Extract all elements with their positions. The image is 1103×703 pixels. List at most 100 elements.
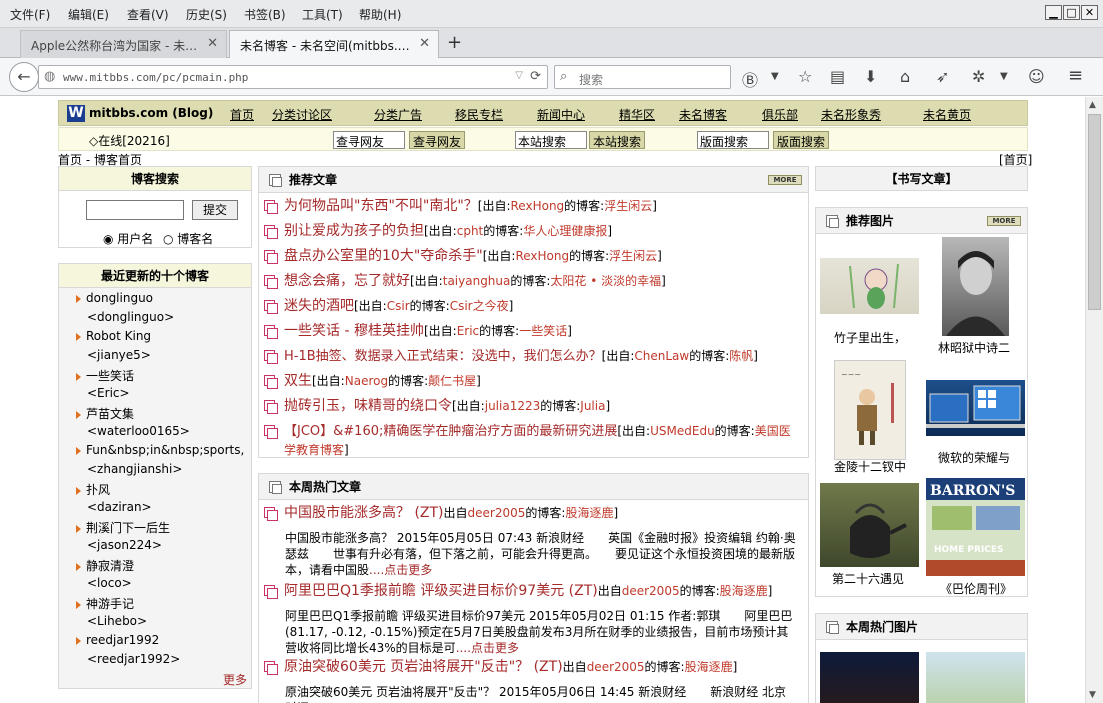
nav-clubs[interactable]: 俱乐部 <box>762 106 798 123</box>
blog-link[interactable]: 浮生闲云 <box>604 199 652 213</box>
blog-user[interactable]: <zhangjianshi> <box>87 462 182 476</box>
scrollbar-thumb[interactable] <box>1088 114 1101 310</box>
maximize-button[interactable]: □ <box>1063 5 1080 20</box>
blog-link[interactable]: 浮生闲云 <box>609 249 657 263</box>
picture-caption[interactable]: 第二十六遇见 <box>832 570 904 587</box>
blog-link[interactable]: 陈帆 <box>729 349 753 363</box>
blog-link[interactable]: 华人心理健康报 <box>523 224 607 238</box>
picture-caption[interactable]: 《巴伦周刊》 <box>940 580 1012 597</box>
author-link[interactable]: RexHong <box>511 199 565 213</box>
nav-classifieds[interactable]: 分类广告 <box>374 106 422 123</box>
article-title[interactable]: 抛砖引玉，味精哥的绕口令 <box>284 398 452 414</box>
list-item[interactable]: 荆溪门下一后生 <box>76 519 170 536</box>
picture-caption[interactable]: 林昭狱中诗二 <box>938 339 1010 356</box>
article-title[interactable]: 【JCO】&#160;精确医学在肿瘤治疗方面的最新研究进展 <box>284 424 617 439</box>
nav-immigration[interactable]: 移民专栏 <box>455 106 503 123</box>
menu-help[interactable]: 帮助(H) <box>359 6 401 23</box>
article-title[interactable]: 想念会痛，忘了就好 <box>284 273 410 289</box>
picture-thumbnail[interactable]: ~~~ <box>834 360 906 460</box>
radio-username[interactable]: ◉ 用户名 <box>103 230 153 247</box>
new-tab-button[interactable]: + <box>447 32 462 53</box>
picture-thumbnail[interactable] <box>942 237 1009 336</box>
author-link[interactable]: deer2005 <box>622 584 680 598</box>
blog-link[interactable]: Julia <box>580 399 605 413</box>
blog-user[interactable]: <loco> <box>87 576 132 590</box>
nav-show[interactable]: 未名形象秀 <box>821 106 881 123</box>
menu-history[interactable]: 历史(S) <box>186 6 227 23</box>
author-link[interactable]: julia1223 <box>485 399 541 413</box>
search-box[interactable]: ⌕ 搜索 <box>554 65 731 89</box>
menu-edit[interactable]: 编辑(E) <box>68 6 109 23</box>
emoji-icon[interactable]: ☺ <box>1028 67 1045 86</box>
picture-thumbnail[interactable] <box>926 652 1025 703</box>
author-link[interactable]: deer2005 <box>587 660 645 674</box>
blog-user[interactable]: <donglinguo> <box>87 310 174 324</box>
page-scrollbar[interactable]: ▲ ▼ <box>1085 97 1103 703</box>
author-link[interactable]: ChenLaw <box>634 349 689 363</box>
blog-search-input[interactable] <box>86 200 184 220</box>
menu-file[interactable]: 文件(F) <box>10 6 50 23</box>
star-icon[interactable]: ☆ <box>798 67 812 86</box>
picture-thumbnail[interactable] <box>820 483 919 567</box>
blog-link[interactable]: 颠仁书屋 <box>428 374 476 388</box>
picture-caption[interactable]: 金陵十二钗中 <box>834 458 906 475</box>
picture-thumbnail[interactable]: BARRON'S HOME PRICES <box>926 478 1025 576</box>
blog-user[interactable]: <Lihebo> <box>87 614 147 628</box>
picture-caption[interactable]: 竹子里出生， <box>834 329 906 346</box>
blog-link[interactable]: 太阳花 • 淡淡的幸福 <box>550 274 661 288</box>
library-icon[interactable]: ▤ <box>830 67 845 86</box>
nav-home[interactable]: 首页 <box>230 106 254 123</box>
blog-link[interactable]: 一些笑话 <box>519 324 567 338</box>
blog-link[interactable]: Csir之今夜 <box>450 299 509 313</box>
article-title[interactable]: H-1B抽签、数据录入正式结束：没选中，我们怎么办？ <box>284 349 602 364</box>
board-search-button[interactable]: 版面搜索 <box>773 131 830 149</box>
tab-apple[interactable]: Apple公然称台湾为国家 - 未… ✕ <box>20 30 227 58</box>
tab-mitbbs-blog[interactable]: 未名博客 - 未名空间(mitbbs.… ✕ <box>229 30 439 58</box>
close-window-button[interactable]: ✕ <box>1081 5 1098 20</box>
close-tab-icon[interactable]: ✕ <box>419 36 430 51</box>
nav-news[interactable]: 新闻中心 <box>537 106 585 123</box>
blog-link[interactable]: 股海逐鹿 <box>685 660 733 674</box>
author-link[interactable]: RexHong <box>515 249 569 263</box>
article-title[interactable]: 中国股市能涨多高？ (ZT) <box>284 505 444 521</box>
site-search-button[interactable]: 本站搜索 <box>589 131 646 149</box>
back-button[interactable]: ← <box>9 62 39 92</box>
board-search-input[interactable]: 版面搜索 <box>697 131 769 149</box>
author-link[interactable]: Naerog <box>345 374 388 388</box>
author-link[interactable]: deer2005 <box>468 506 526 520</box>
nav-yellowpages[interactable]: 未名黄页 <box>923 106 971 123</box>
list-item[interactable]: 芦苗文集 <box>76 405 134 422</box>
menu-tools[interactable]: 工具(T) <box>302 6 343 23</box>
nav-forums[interactable]: 分类讨论区 <box>272 106 332 123</box>
picture-thumbnail[interactable] <box>820 258 919 314</box>
list-item[interactable]: Fun&nbsp;in&nbsp;sports, <box>76 443 244 457</box>
list-item[interactable]: donglinguo <box>76 291 153 305</box>
picture-caption[interactable]: 微软的荣耀与 <box>938 449 1010 466</box>
submit-button[interactable]: 提交 <box>192 200 238 220</box>
author-link[interactable]: Csir <box>387 299 410 313</box>
author-link[interactable]: USMedEdu <box>650 424 715 438</box>
article-title[interactable]: 阿里巴巴Q1季报前瞻 评级买进目标价97美元 (ZT) <box>284 583 598 599</box>
blog-user[interactable]: <reedjar1992> <box>87 652 180 666</box>
blog-user[interactable]: <daziran> <box>87 500 152 514</box>
list-item[interactable]: 静寂清澄 <box>76 557 134 574</box>
article-title[interactable]: 原油突破60美元 页岩油将展开"反击"？ (ZT) <box>284 659 563 675</box>
author-link[interactable]: Eric <box>457 324 479 338</box>
reader-icon[interactable]: Ⓑ <box>742 67 758 91</box>
more-button[interactable]: MORE <box>987 216 1021 226</box>
history-dropdown-icon[interactable]: ▽ <box>515 70 523 81</box>
site-logo[interactable]: W <box>67 105 85 122</box>
read-more-link[interactable]: ....点击更多 <box>456 641 519 655</box>
blog-user[interactable]: <waterloo0165> <box>87 424 190 438</box>
write-article-button[interactable]: 【书写文章】 <box>815 166 1028 191</box>
article-title[interactable]: 盘点办公室里的10大"夺命杀手" <box>284 248 483 264</box>
minimize-button[interactable]: ▁ <box>1045 5 1062 20</box>
address-bar[interactable]: ◍ www.mitbbs.com/pc/pcmain.php ▽ ⟳ <box>38 65 548 89</box>
close-tab-icon[interactable]: ✕ <box>207 36 218 51</box>
article-title[interactable]: 迷失的酒吧 <box>284 298 354 314</box>
download-icon[interactable]: ⬇ <box>864 67 877 86</box>
more-link[interactable]: 更多 <box>223 671 247 688</box>
reload-icon[interactable]: ⟳ <box>530 69 541 84</box>
radio-blogname[interactable]: ○ 博客名 <box>163 230 213 247</box>
menu-icon[interactable]: ≡ <box>1068 65 1083 86</box>
